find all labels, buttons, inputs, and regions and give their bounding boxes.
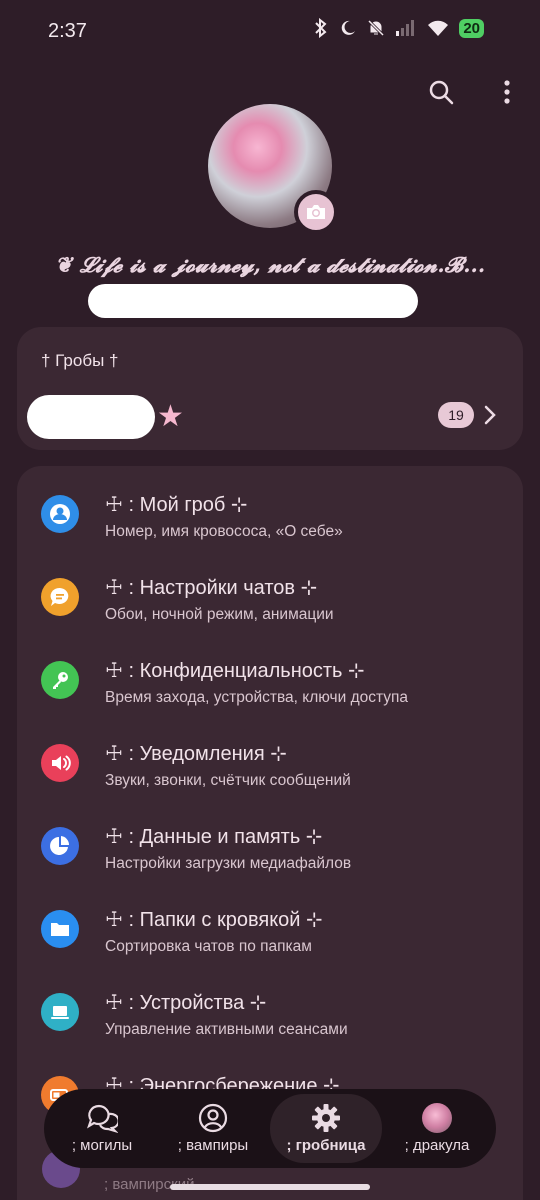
status-bar: 2:37 20 bbox=[0, 0, 540, 62]
star-emoji-icon: ★ bbox=[157, 400, 184, 433]
moon-icon bbox=[342, 20, 356, 35]
search-icon bbox=[429, 80, 454, 105]
nav-tab-settings[interactable]: ; гробница bbox=[270, 1094, 382, 1163]
menu-item-folders[interactable]: ☩ : Папки с кровякой ⊹ Сортировка чатов … bbox=[17, 890, 523, 972]
menu-item-subtitle: Сортировка чатов по папкам bbox=[105, 938, 312, 955]
bottom-navigation: ; могилы ; вампиры ; гробница ; дракула bbox=[44, 1089, 496, 1168]
contacts-icon bbox=[198, 1103, 228, 1133]
profile-bio: ❦ 𝓛𝓲𝓯𝓮 𝓲𝓼 𝓪 𝓳𝓸𝓾𝓻𝓷𝓮𝔂, 𝓷𝓸𝓽 𝓪 𝓭𝓮𝓼𝓽𝓲𝓷𝓪𝓽𝓲𝓸𝓷.𝓑… bbox=[54, 252, 486, 277]
menu-item-my-profile[interactable]: ☩ : Мой гроб ⊹ Номер, имя кровососа, «О … bbox=[17, 475, 523, 557]
menu-item-subtitle: Настройки загрузки медиафайлов bbox=[105, 855, 352, 872]
status-time: 2:37 bbox=[48, 20, 87, 42]
menu-item-privacy[interactable]: ☩ : Конфиденциальность ⊹ Время захода, у… bbox=[17, 641, 523, 723]
folder-icon bbox=[41, 910, 79, 948]
menu-item-chat-settings[interactable]: ☩ : Настройки чатов ⊹ Обои, ночной режим… bbox=[17, 558, 523, 640]
more-options-button[interactable] bbox=[487, 74, 527, 110]
search-button[interactable] bbox=[421, 74, 461, 110]
menu-item-title: ☩ : Устройства ⊹ bbox=[105, 992, 267, 1014]
camera-icon bbox=[307, 205, 325, 219]
nav-tab-contacts[interactable]: ; вампиры bbox=[157, 1094, 269, 1163]
profile-avatar bbox=[422, 1103, 452, 1133]
menu-item-title: ☩ : Данные и память ⊹ bbox=[105, 826, 323, 848]
gear-icon bbox=[312, 1104, 340, 1132]
menu-item-title: ☩ : Конфиденциальность ⊹ bbox=[105, 660, 365, 682]
chat-bubble-icon bbox=[41, 578, 79, 616]
menu-item-subtitle: Время захода, устройства, ключи доступа bbox=[105, 689, 409, 706]
redacted-name bbox=[27, 395, 155, 439]
nav-tab-profile[interactable]: ; дракула bbox=[381, 1094, 493, 1163]
battery-level: 20 bbox=[459, 18, 484, 38]
nav-label: ; вампиры bbox=[177, 1137, 249, 1154]
nav-label: ; дракула bbox=[404, 1137, 470, 1154]
menu-item-title: ☩ : Настройки чатов ⊹ bbox=[105, 577, 318, 599]
menu-item-devices[interactable]: ☩ : Устройства ⊹ Управление активными се… bbox=[17, 973, 523, 1055]
status-icons: 20 bbox=[313, 18, 484, 38]
section-title: † Гробы † bbox=[41, 351, 119, 370]
person-icon bbox=[41, 495, 79, 533]
pie-chart-icon bbox=[41, 827, 79, 865]
menu-item-notifications[interactable]: ☩ : Уведомления ⊹ Звуки, звонки, счётчик… bbox=[17, 724, 523, 806]
profile-avatar-container bbox=[208, 104, 338, 234]
menu-item-subtitle: Номер, имя кровососа, «О себе» bbox=[105, 523, 343, 540]
menu-item-subtitle: Управление активными сеансами bbox=[105, 1021, 348, 1038]
menu-item-title: ☩ : Мой гроб ⊹ bbox=[105, 494, 248, 516]
count-badge: 19 bbox=[438, 402, 474, 428]
nav-tab-chats[interactable]: ; могилы bbox=[46, 1094, 158, 1163]
change-photo-button[interactable] bbox=[294, 190, 338, 234]
redacted-username bbox=[88, 284, 418, 318]
chevron-right-icon bbox=[484, 405, 496, 425]
signal-icon bbox=[396, 20, 415, 36]
chats-icon bbox=[87, 1104, 118, 1133]
menu-item-subtitle: Звуки, звонки, счётчик сообщений bbox=[105, 772, 351, 789]
nav-label: ; могилы bbox=[71, 1137, 133, 1154]
key-icon bbox=[41, 661, 79, 699]
menu-item-data-storage[interactable]: ☩ : Данные и память ⊹ Настройки загрузки… bbox=[17, 807, 523, 889]
wifi-icon bbox=[428, 20, 449, 36]
stories-card[interactable]: † Гробы † ★ 19 bbox=[17, 327, 523, 450]
home-indicator[interactable] bbox=[170, 1184, 370, 1190]
menu-item-subtitle: Обои, ночной режим, анимации bbox=[105, 606, 334, 623]
menu-item-title: ☩ : Папки с кровякой ⊹ bbox=[105, 909, 323, 931]
mute-icon bbox=[368, 19, 385, 37]
laptop-icon bbox=[41, 993, 79, 1031]
more-vertical-icon bbox=[504, 80, 510, 104]
nav-label: ; гробница bbox=[286, 1137, 366, 1154]
bluetooth-icon bbox=[315, 18, 327, 38]
speaker-icon bbox=[41, 744, 79, 782]
menu-item-title: ☩ : Уведомления ⊹ bbox=[105, 743, 287, 765]
